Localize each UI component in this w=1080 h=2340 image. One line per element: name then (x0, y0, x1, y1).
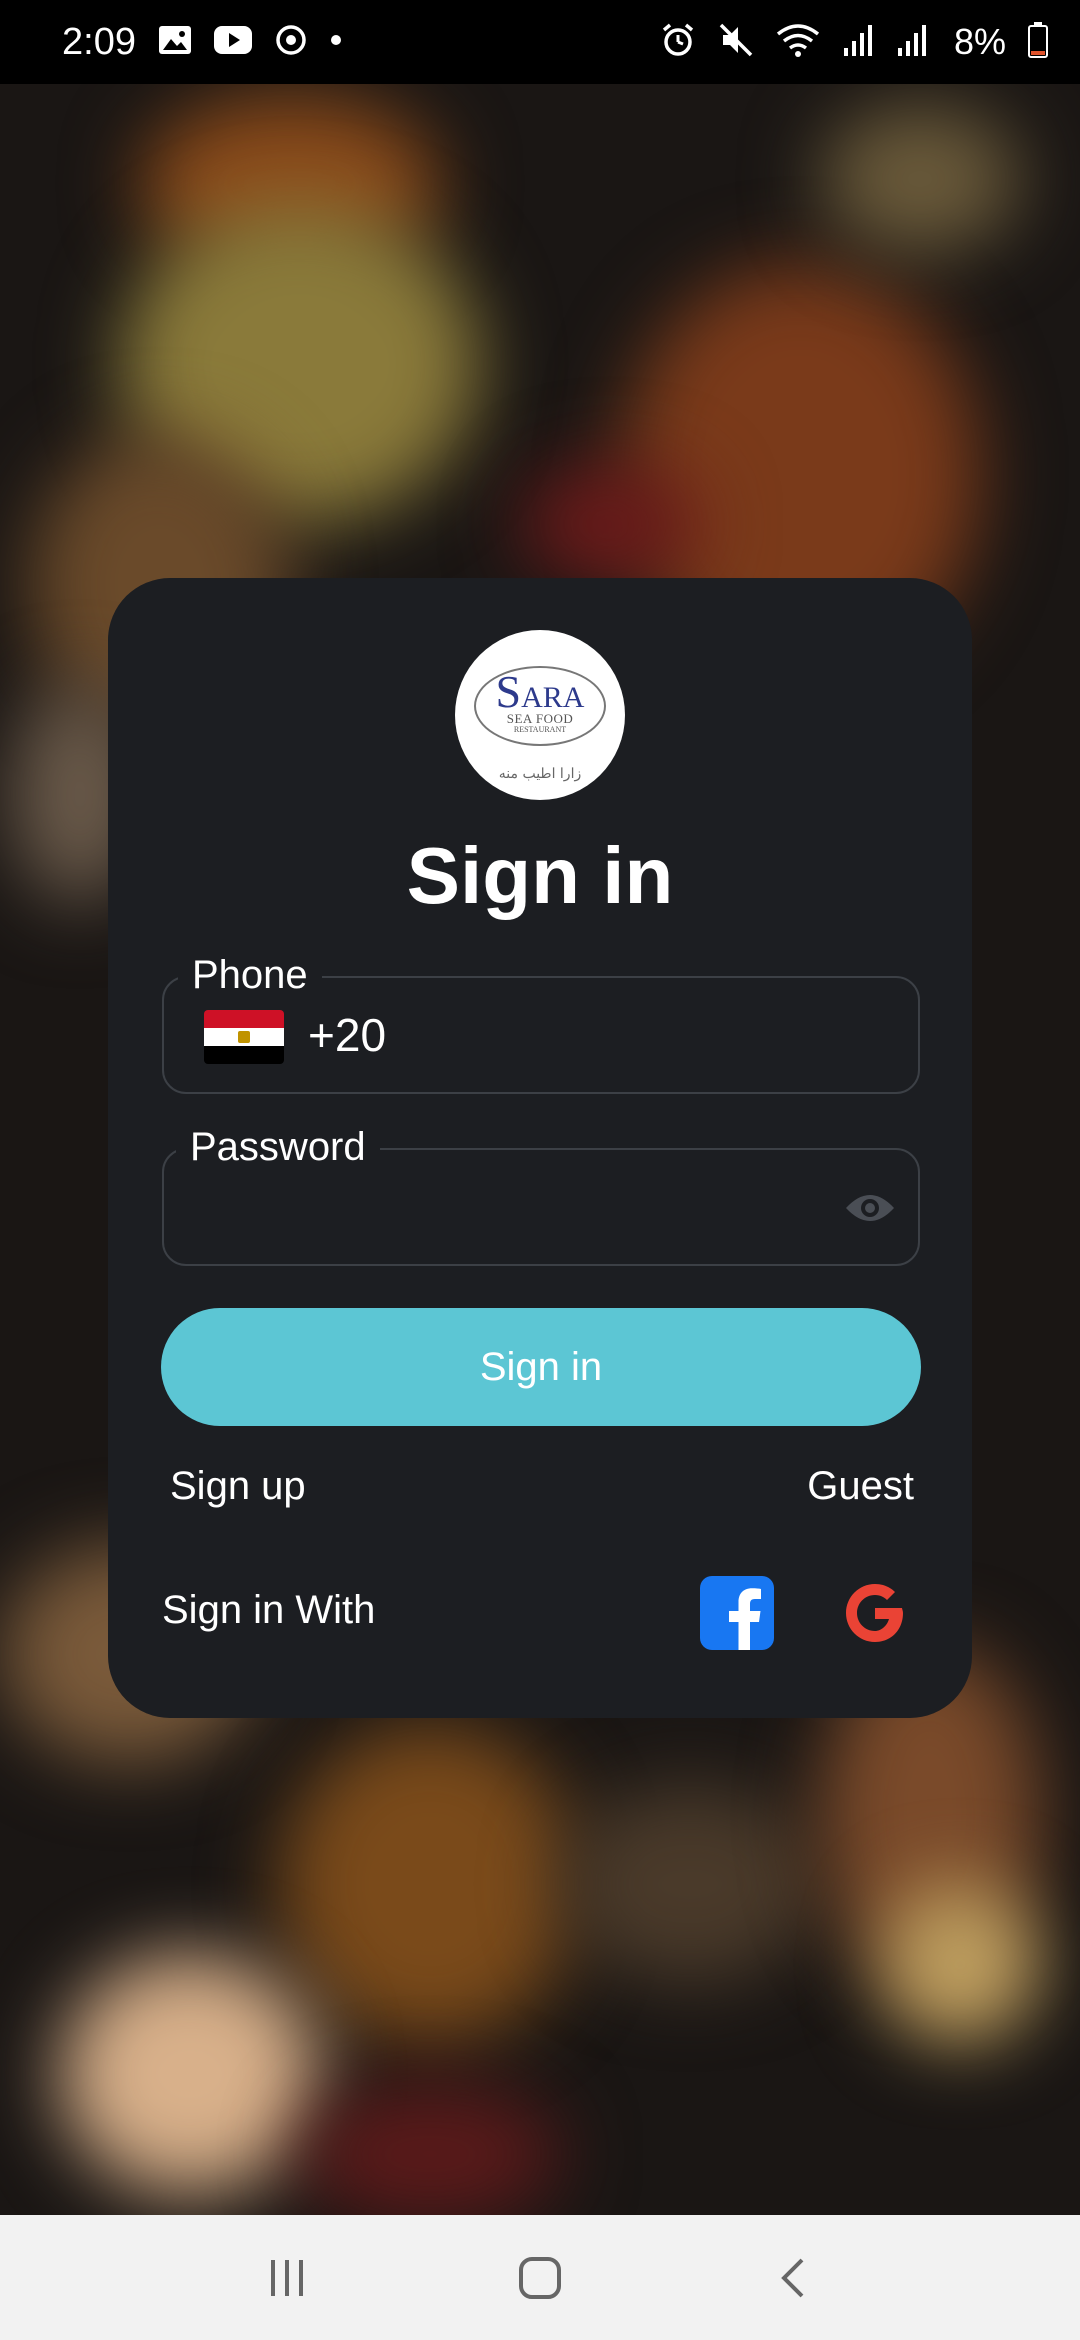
youtube-icon (213, 25, 252, 59)
logo-emblem: SARA SEA FOOD RESTAURANT (474, 666, 606, 746)
phone-field[interactable]: Phone +20 (162, 950, 920, 1094)
sign-in-screen: 2:09 8% SARA SEA FOOD RESTAURANT زارا اط… (0, 0, 1080, 2340)
battery-icon (1028, 21, 1048, 63)
password-input[interactable] (194, 1180, 794, 1238)
sign-in-with-label: Sign in With (162, 1588, 376, 1632)
egypt-flag-icon[interactable] (204, 1010, 284, 1064)
wifi-icon (776, 22, 820, 63)
guest-link[interactable]: Guest (807, 1464, 914, 1509)
sync-icon (274, 23, 308, 62)
alarm-icon (660, 22, 696, 63)
page-title: Sign in (406, 831, 674, 920)
google-icon[interactable] (838, 1576, 912, 1650)
password-field-label: Password (176, 1122, 380, 1172)
mute-icon (718, 22, 754, 63)
navigation-bar (0, 2215, 1080, 2340)
back-button[interactable] (758, 2243, 828, 2313)
restaurant-logo: SARA SEA FOOD RESTAURANT زارا اطيب منه (455, 630, 625, 800)
facebook-icon[interactable] (700, 1576, 774, 1650)
home-button[interactable] (505, 2243, 575, 2313)
password-field[interactable]: Password (162, 1122, 920, 1266)
status-bar: 2:09 8% (0, 0, 1080, 84)
dial-code: +20 (308, 1009, 387, 1061)
battery-percent: 8% (953, 21, 1006, 62)
logo-line1: SEA FOOD (506, 711, 574, 726)
sign-in-button[interactable]: Sign in (161, 1308, 921, 1426)
logo-tagline: زارا اطيب منه (498, 766, 582, 782)
signal-icon (896, 24, 928, 61)
sign-in-card: SARA SEA FOOD RESTAURANT زارا اطيب منه S… (108, 578, 972, 1718)
status-time: 2:09 (62, 20, 136, 63)
signal-icon (842, 24, 874, 61)
sign-up-link[interactable]: Sign up (170, 1464, 306, 1509)
recent-apps-button[interactable] (252, 2243, 322, 2313)
status-bar-left: 2:09 (62, 21, 342, 64)
gallery-icon (158, 25, 192, 60)
logo-line2: RESTAURANT (513, 725, 567, 734)
eye-icon[interactable] (844, 1188, 896, 1228)
logo-brand: SARA (495, 666, 585, 717)
dot-icon (330, 33, 342, 51)
phone-field-label: Phone (178, 950, 322, 1000)
status-bar-right: 8% (660, 21, 1048, 63)
